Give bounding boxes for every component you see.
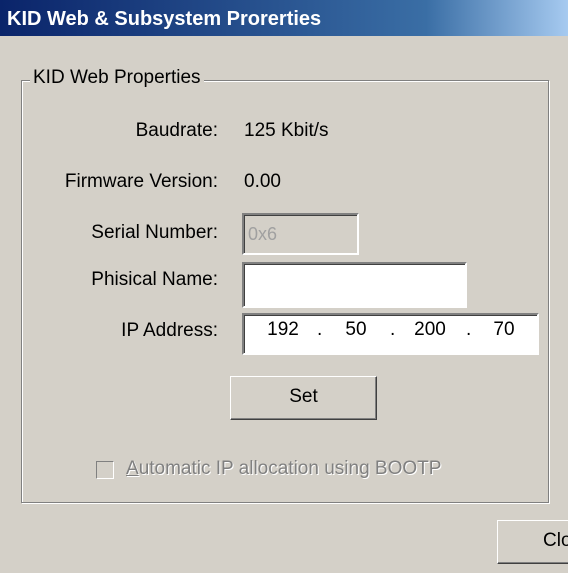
close-button[interactable]: Clo xyxy=(497,520,568,564)
ip-octet-4[interactable]: 70 xyxy=(484,319,524,341)
physical-name-field[interactable] xyxy=(242,262,467,308)
ip-separator: . xyxy=(317,319,323,340)
bootp-label-text: utomatic IP allocation using BOOTP xyxy=(138,458,442,479)
physical-name-input[interactable] xyxy=(244,264,465,306)
set-button[interactable]: Set xyxy=(230,376,377,420)
ip-address-field[interactable]: 192 . 50 . 200 . 70 xyxy=(242,313,539,355)
set-button-label: Set xyxy=(289,386,318,407)
firmware-version-value: 0.00 xyxy=(244,171,281,192)
ip-separator: . xyxy=(466,319,472,340)
window-title: KID Web & Subsystem Prorerties xyxy=(7,8,322,30)
bootp-label: Automatic IP allocation using BOOTP xyxy=(126,458,441,480)
serial-number-field xyxy=(242,213,359,255)
bootp-checkbox xyxy=(96,461,114,479)
firmware-version-label: Firmware Version: xyxy=(64,171,218,192)
ip-address-label: IP Address: xyxy=(121,320,218,341)
ip-octet-3[interactable]: 200 xyxy=(406,319,454,341)
ip-octet-2[interactable]: 50 xyxy=(335,319,377,341)
title-bar: KID Web & Subsystem Prorerties xyxy=(0,0,568,36)
physical-name-label: Phisical Name: xyxy=(91,269,218,290)
group-legend: KID Web Properties xyxy=(30,67,204,89)
close-button-label: Clo xyxy=(543,530,568,551)
serial-number-label: Serial Number: xyxy=(91,222,218,243)
ip-separator: . xyxy=(390,319,396,340)
baudrate-value: 125 Kbit/s xyxy=(244,120,329,141)
baudrate-label: Baudrate: xyxy=(135,120,218,141)
ip-octet-1[interactable]: 192 xyxy=(262,319,304,341)
bootp-mnemonic: A xyxy=(126,458,139,479)
serial-number-input xyxy=(244,215,357,253)
